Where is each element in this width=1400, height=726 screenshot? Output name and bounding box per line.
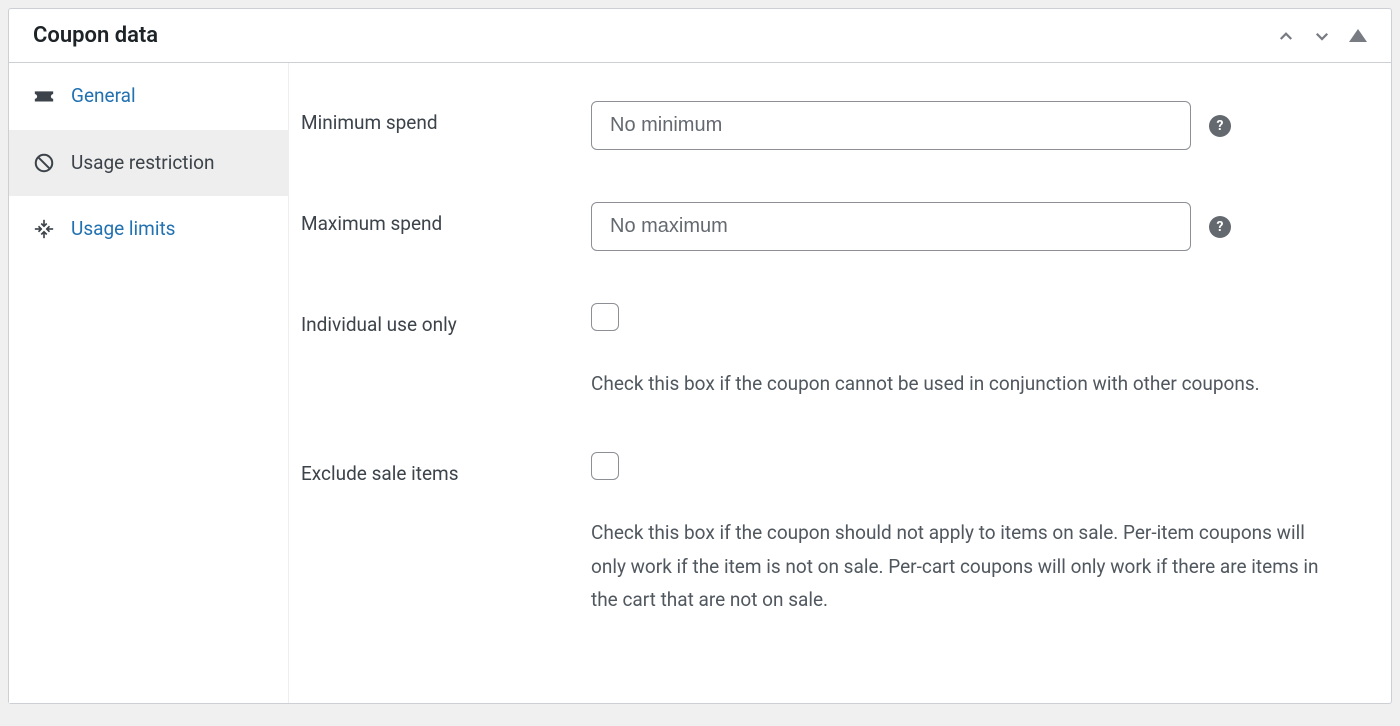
field-maximum-spend: Maximum spend ?: [301, 188, 1371, 265]
ban-icon: [33, 152, 55, 174]
sidebar-item-usage-limits[interactable]: Usage limits: [9, 196, 288, 263]
field-description: Check this box if the coupon should not …: [591, 516, 1331, 616]
field-minimum-spend: Minimum spend ?: [301, 87, 1371, 164]
field-control: ?: [591, 101, 1371, 150]
arrows-in-icon: [33, 218, 55, 240]
help-icon[interactable]: ?: [1209, 115, 1231, 137]
minimum-spend-input[interactable]: [591, 101, 1191, 150]
field-label: Maximum spend: [301, 202, 591, 235]
field-control: Check this box if the coupon should not …: [591, 452, 1371, 616]
field-control: ?: [591, 202, 1371, 251]
field-description: Check this box if the coupon cannot be u…: [591, 367, 1260, 400]
maximum-spend-input[interactable]: [591, 202, 1191, 251]
panel-body: General Usage restriction Usage limits M…: [9, 63, 1391, 703]
field-label: Individual use only: [301, 303, 591, 336]
field-control: Check this box if the coupon cannot be u…: [591, 303, 1371, 400]
field-label: Exclude sale items: [301, 452, 591, 485]
sidebar-item-usage-restriction[interactable]: Usage restriction: [9, 130, 288, 197]
content: Minimum spend ? Maximum spend ? Individu…: [289, 63, 1391, 703]
field-individual-use: Individual use only Check this box if th…: [301, 289, 1371, 414]
ticket-icon: [33, 85, 55, 107]
panel-actions: [1277, 27, 1367, 45]
field-exclude-sale: Exclude sale items Check this box if the…: [301, 438, 1371, 630]
sidebar-item-general[interactable]: General: [9, 63, 288, 130]
exclude-sale-checkbox[interactable]: [591, 452, 619, 480]
panel-header: Coupon data: [9, 9, 1391, 63]
panel-title: Coupon data: [33, 23, 158, 48]
collapse-icon[interactable]: [1349, 29, 1367, 42]
chevron-up-icon[interactable]: [1277, 27, 1295, 45]
field-label: Minimum spend: [301, 101, 591, 134]
sidebar: General Usage restriction Usage limits: [9, 63, 289, 703]
chevron-down-icon[interactable]: [1313, 27, 1331, 45]
individual-use-checkbox[interactable]: [591, 303, 619, 331]
sidebar-item-label: Usage limits: [71, 216, 264, 243]
coupon-data-panel: Coupon data General Usage restriction: [8, 8, 1392, 704]
help-icon[interactable]: ?: [1209, 216, 1231, 238]
sidebar-item-label: General: [71, 83, 264, 110]
sidebar-item-label: Usage restriction: [71, 150, 264, 177]
